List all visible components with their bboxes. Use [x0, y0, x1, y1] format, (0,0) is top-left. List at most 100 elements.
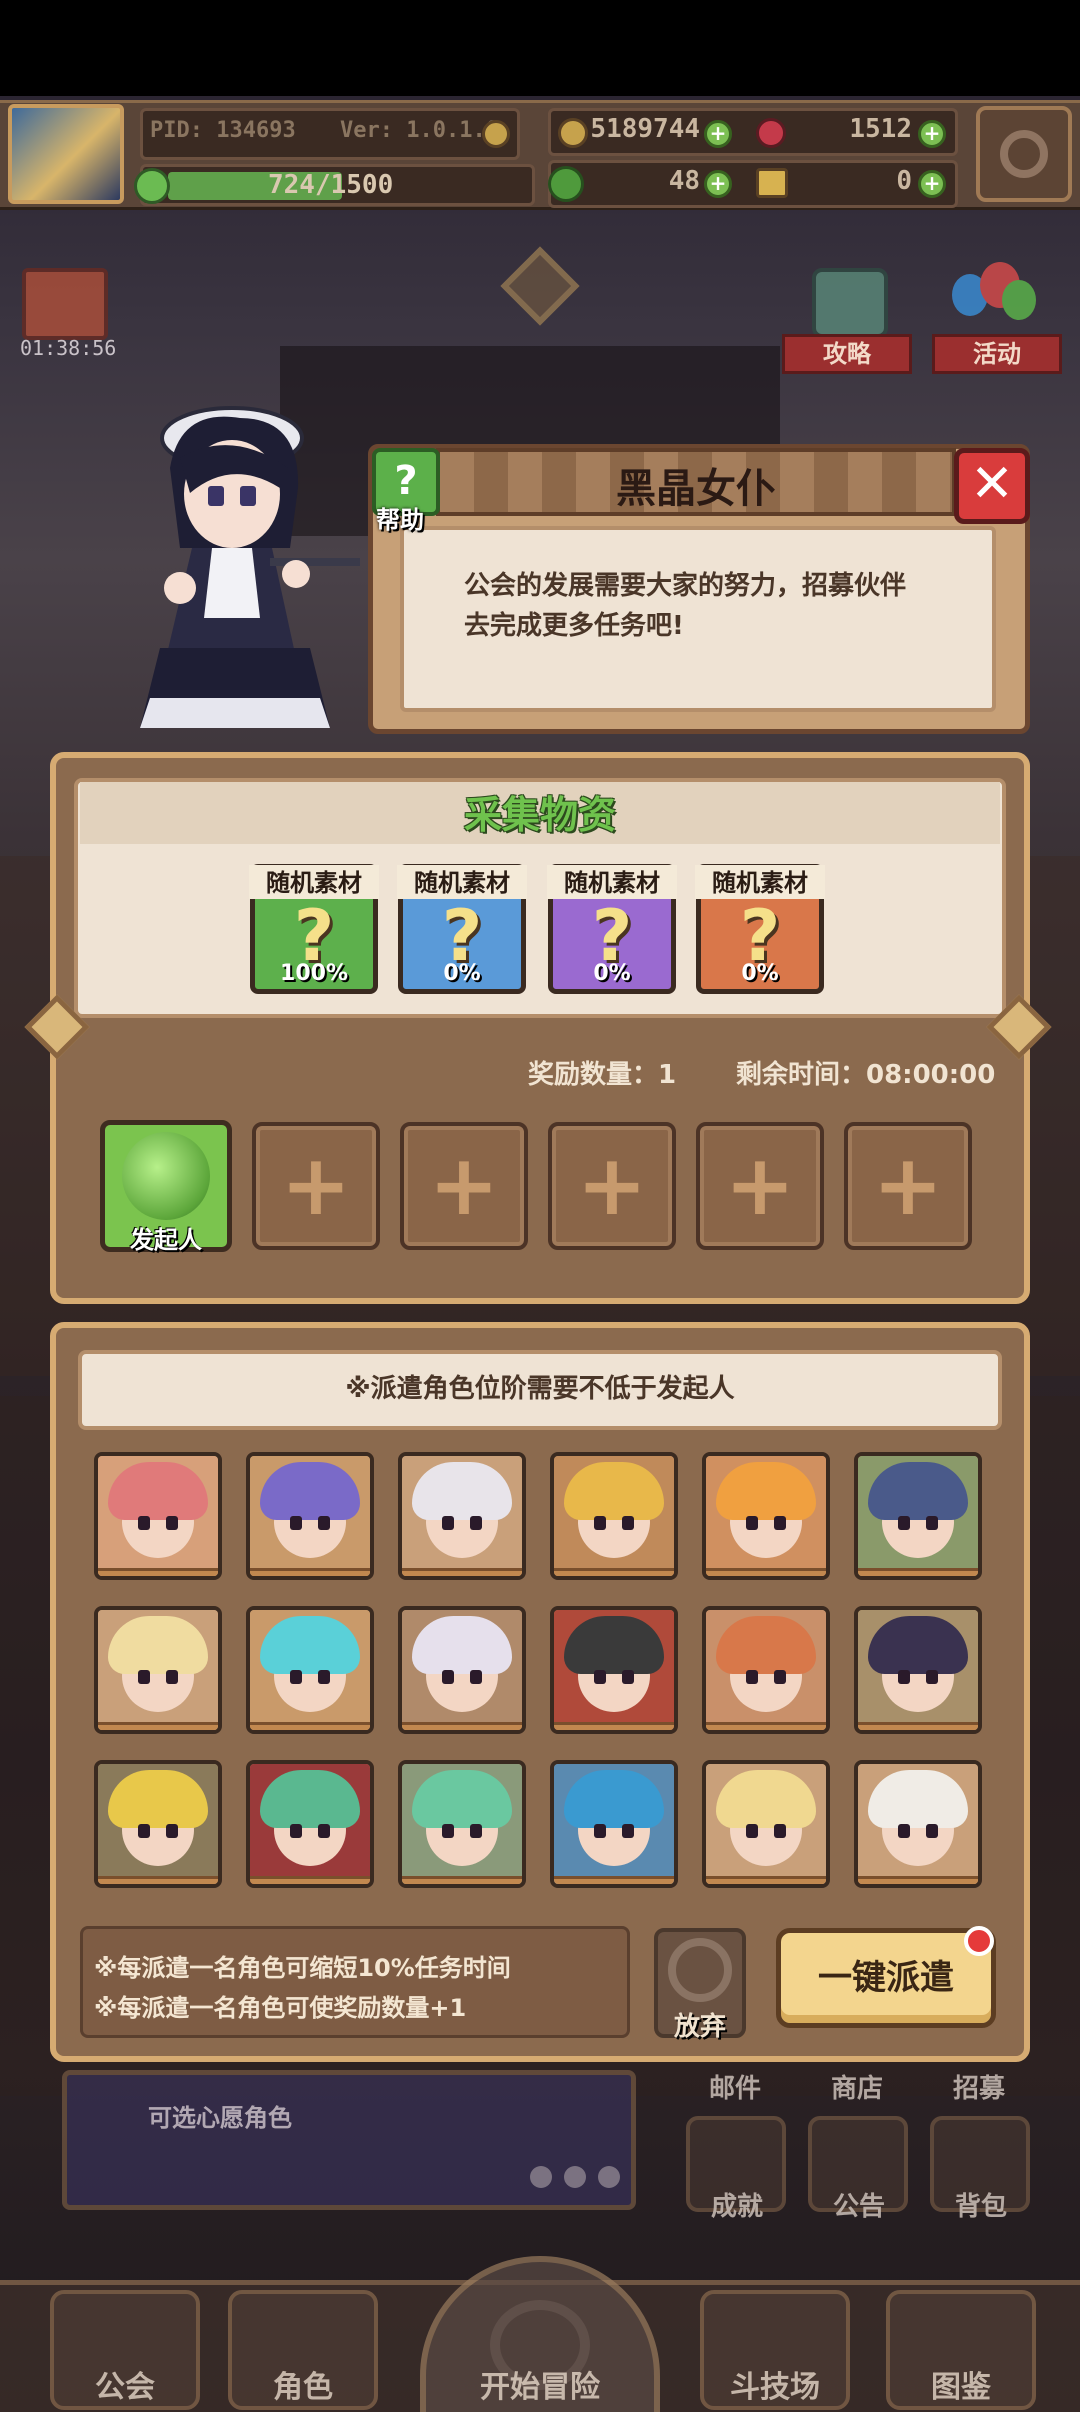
settings-button[interactable] [976, 106, 1072, 202]
dispatch-slot[interactable]: + [252, 1122, 380, 1250]
wish-banner-text: 可选心愿角色 [148, 2104, 292, 2132]
hero-eye [442, 1824, 454, 1838]
reward-count: 奖励数量：1 [528, 1060, 677, 1090]
hero-eye [898, 1516, 910, 1530]
hero-hair [716, 1616, 816, 1674]
add-gold-icon[interactable]: + [704, 120, 732, 148]
dispatch-slot[interactable]: + [400, 1122, 528, 1250]
nav-arena-label: 斗技场 [730, 2370, 820, 2405]
hero-card[interactable] [702, 1606, 830, 1734]
mail-button[interactable]: 邮件 [680, 2068, 790, 2105]
hero-eye [318, 1516, 330, 1530]
notice-label: 公告 [832, 2192, 885, 2222]
hero-eye [138, 1670, 150, 1684]
hero-eye [470, 1824, 482, 1838]
plus-icon: + [428, 1136, 500, 1234]
hero-hair [412, 1770, 512, 1828]
hero-card-base [554, 1568, 674, 1576]
clover-icon [548, 166, 584, 202]
material-card[interactable]: 随机素材 ? 0% [397, 864, 527, 994]
hero-card-base [706, 1722, 826, 1730]
hero-card[interactable] [246, 1606, 374, 1734]
hero-card[interactable] [94, 1760, 222, 1888]
hero-eye [746, 1670, 758, 1684]
gem-icon [756, 118, 786, 148]
hero-eye [594, 1670, 606, 1684]
hero-eye [622, 1824, 634, 1838]
exp-value: 724/1500 [268, 170, 394, 200]
hero-card-base [554, 1876, 674, 1884]
close-button[interactable]: ✕ [954, 448, 1030, 524]
hero-card[interactable] [94, 1452, 222, 1580]
guide-button[interactable]: 攻略 [782, 334, 912, 374]
event-button[interactable]: 活动 [932, 334, 1062, 374]
hero-card[interactable] [398, 1760, 526, 1888]
hero-card[interactable] [702, 1760, 830, 1888]
material-chance: 100% [280, 961, 348, 986]
hero-card[interactable] [550, 1452, 678, 1580]
hero-hair [260, 1616, 360, 1674]
gift-box-icon[interactable] [22, 268, 108, 340]
hero-hair [868, 1462, 968, 1520]
hero-eye [166, 1516, 178, 1530]
add-gem-icon[interactable]: + [918, 120, 946, 148]
hero-card[interactable] [246, 1760, 374, 1888]
hero-eye [926, 1670, 938, 1684]
hero-eye [138, 1516, 150, 1530]
hero-card[interactable] [550, 1606, 678, 1734]
hero-card[interactable] [246, 1452, 374, 1580]
dispatch-slot[interactable]: + [548, 1122, 676, 1250]
dispatch-tip: ※每派遣一名角色可缩短10%任务时间 [94, 1954, 511, 1982]
dispatch-slot[interactable]: + [844, 1122, 972, 1250]
hero-card-base [98, 1722, 218, 1730]
maid-character-portrait [140, 406, 360, 728]
hero-card[interactable] [854, 1760, 982, 1888]
hero-card[interactable] [398, 1452, 526, 1580]
material-label: 随机素材 [266, 869, 362, 897]
help-label: 帮助 [376, 506, 424, 534]
chat-bubble-icon[interactable] [812, 268, 888, 338]
hero-card[interactable] [550, 1760, 678, 1888]
hero-eye [470, 1670, 482, 1684]
hero-card-base [706, 1568, 826, 1576]
dispatch-slot[interactable]: + [696, 1122, 824, 1250]
shop-button[interactable]: 商店 [802, 2068, 912, 2105]
hero-hair [260, 1462, 360, 1520]
material-card[interactable]: 随机素材 ? 0% [695, 864, 825, 994]
hero-card[interactable] [398, 1606, 526, 1734]
hero-card[interactable] [854, 1452, 982, 1580]
key-amount: 0 [896, 166, 912, 196]
nav-guild-label: 公会 [95, 2370, 155, 2405]
player-avatar[interactable] [8, 104, 124, 204]
hero-eye [622, 1516, 634, 1530]
hero-hair [412, 1616, 512, 1674]
hero-card[interactable] [854, 1606, 982, 1734]
balloons-icon [952, 262, 1042, 342]
hero-eye [166, 1824, 178, 1838]
hero-card[interactable] [94, 1606, 222, 1734]
hero-hair [108, 1616, 208, 1674]
dialog-title: 黑晶女仆 [616, 466, 776, 512]
player-id: PID: 134693 [150, 118, 296, 143]
nav-codex-label: 图鉴 [931, 2370, 991, 2405]
gear-icon [1000, 130, 1048, 178]
add-key-icon[interactable]: + [918, 170, 946, 198]
hero-hair [868, 1616, 968, 1674]
material-chance: 0% [443, 961, 481, 986]
refresh-icon [668, 1938, 732, 2002]
hero-hair [716, 1462, 816, 1520]
dispatch-requirement-note: ※派遣角色位阶需要不低于发起人 [345, 1374, 735, 1404]
plus-icon: + [280, 1136, 352, 1234]
hero-card-base [858, 1876, 978, 1884]
hero-card-base [98, 1568, 218, 1576]
wish-banner[interactable] [62, 2070, 636, 2210]
recruit-button[interactable]: 招募 [924, 2068, 1034, 2105]
hero-hair [716, 1770, 816, 1828]
hero-card[interactable] [702, 1452, 830, 1580]
hero-card-base [554, 1722, 674, 1730]
add-clover-icon[interactable]: + [704, 170, 732, 198]
material-card[interactable]: 随机素材 ? 0% [547, 864, 677, 994]
page-dot [564, 2166, 586, 2188]
material-card[interactable]: 随机素材 ? 100% [249, 864, 379, 994]
gem-amount: 1512 [849, 114, 912, 144]
